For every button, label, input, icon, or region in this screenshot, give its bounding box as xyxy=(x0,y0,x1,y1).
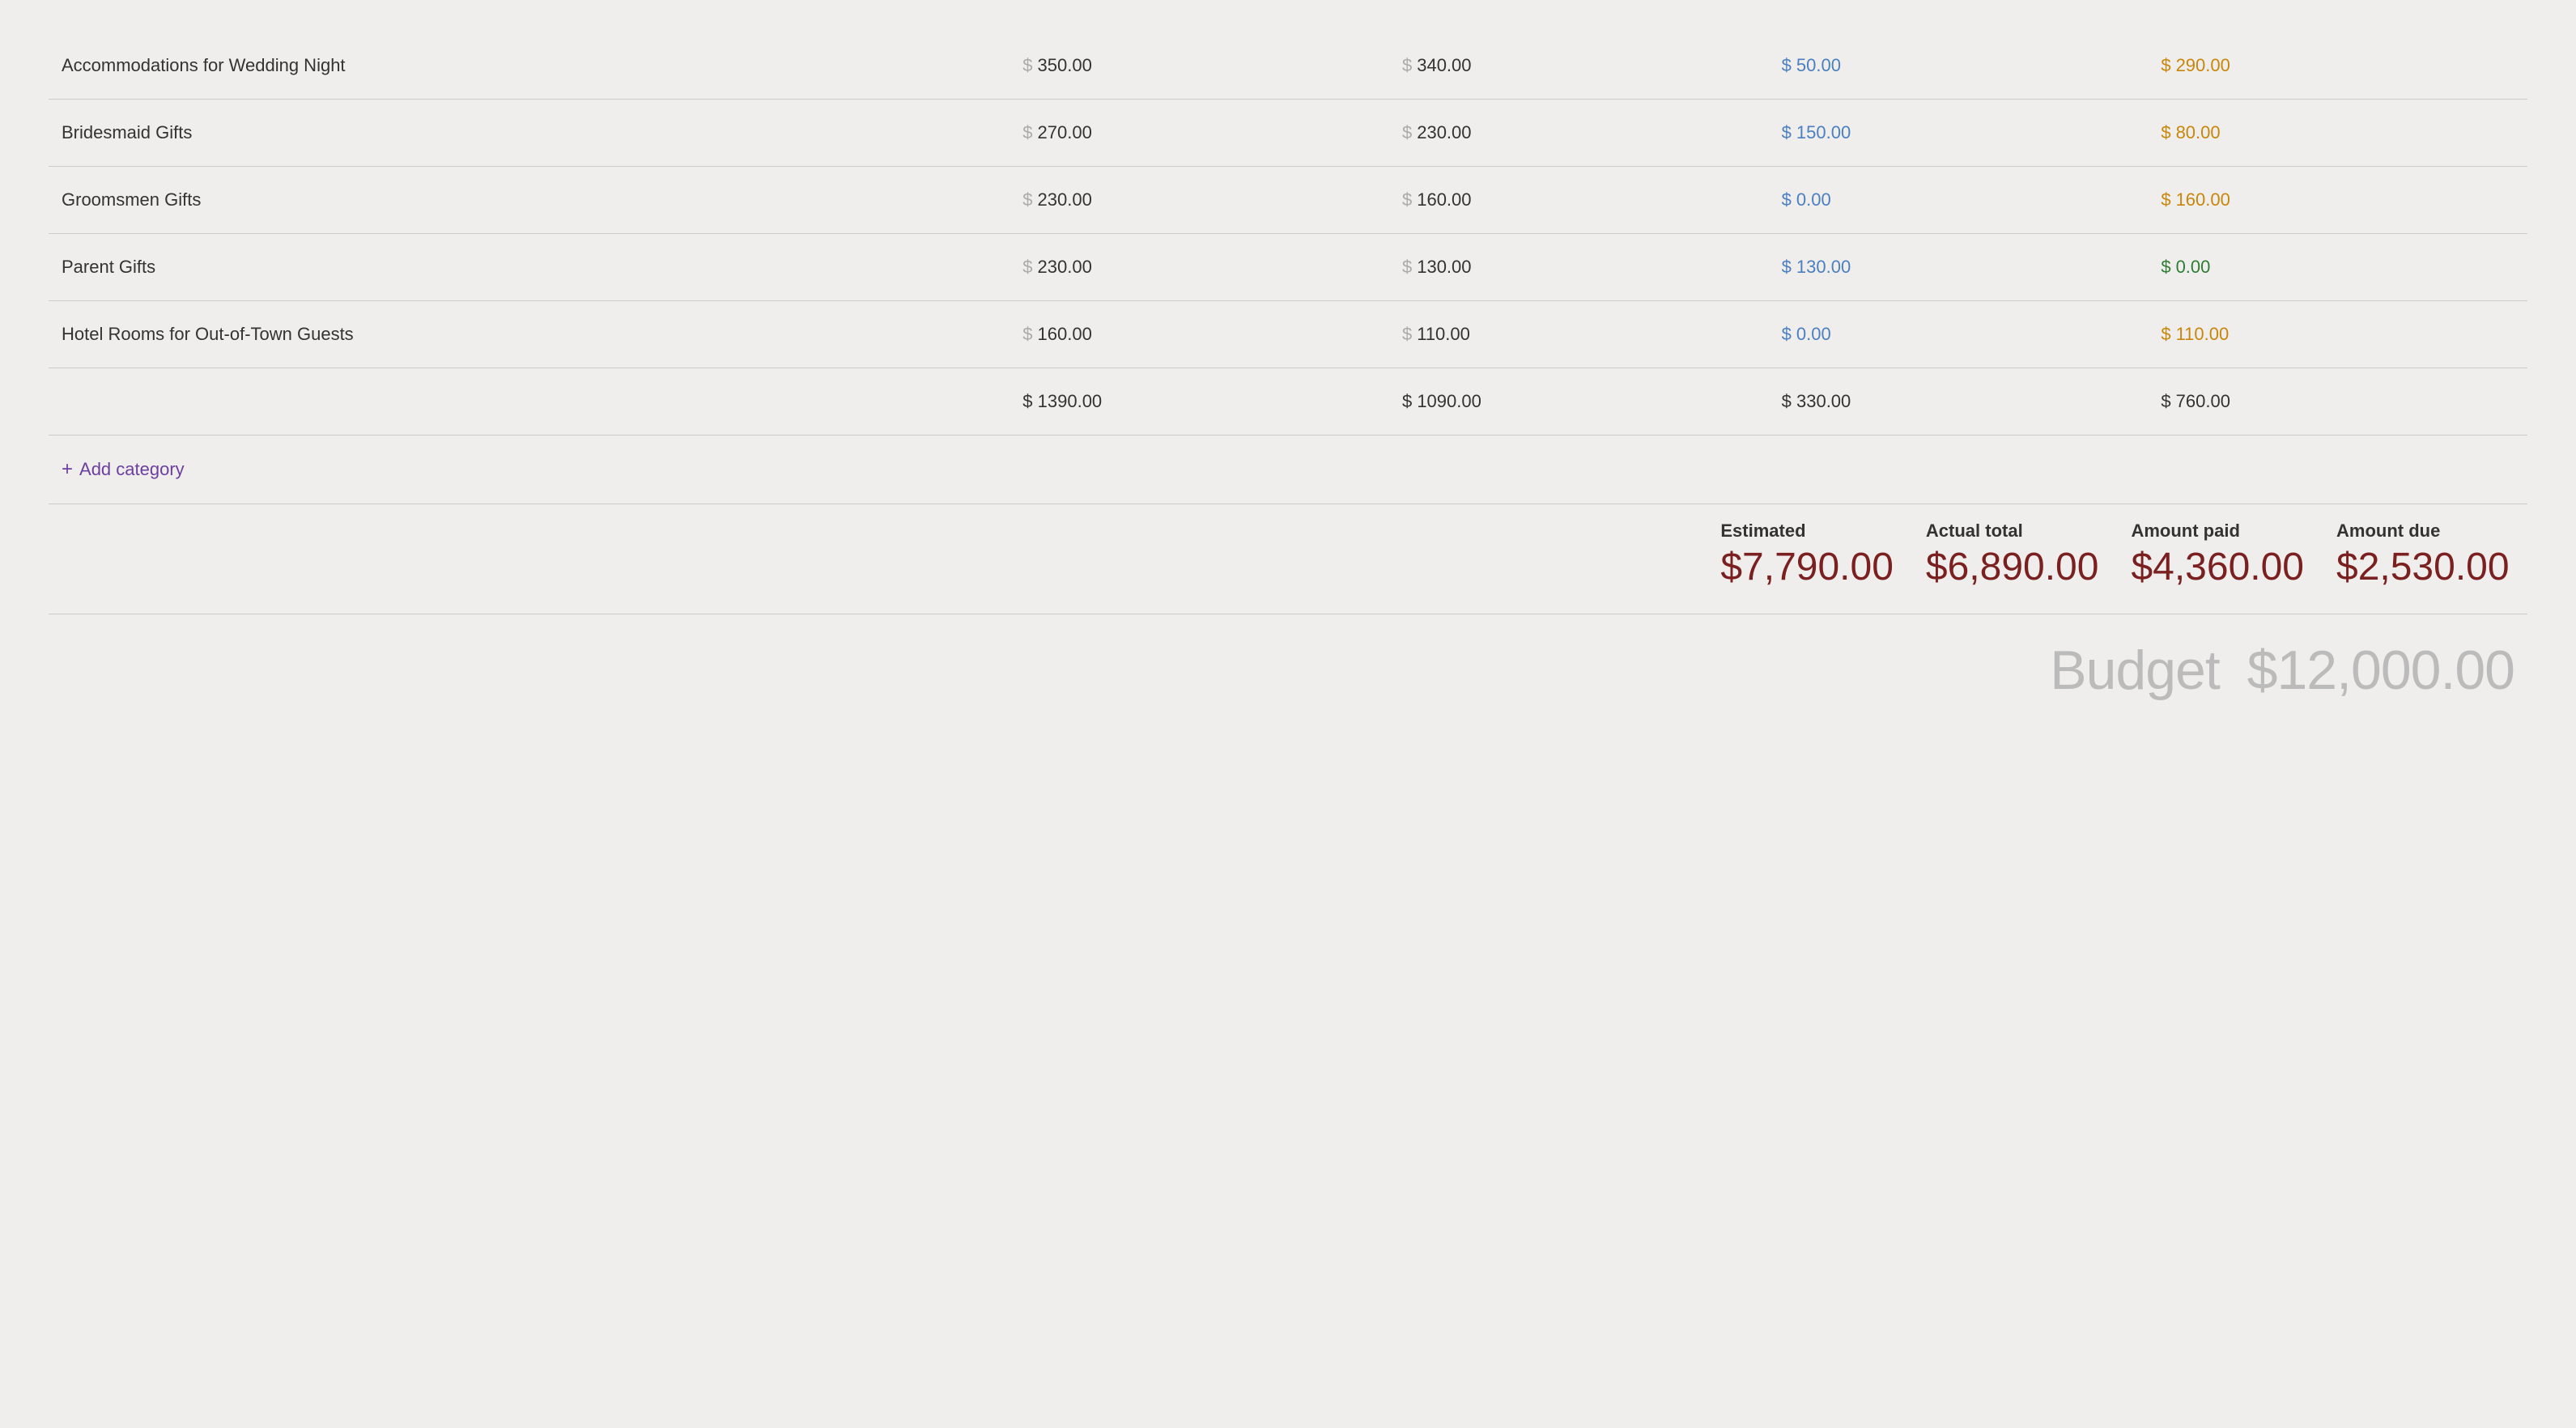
row-due: $ 160.00 xyxy=(2148,167,2527,234)
summary-estimated: Estimated $7,790.00 xyxy=(1720,521,1926,589)
budget-total-section: Budget $12,000.00 xyxy=(49,614,2527,702)
row-actual: $ 230.00 xyxy=(1389,100,1769,167)
table-row: Accommodations for Wedding Night $ 350.0… xyxy=(49,32,2527,100)
row-paid: $ 0.00 xyxy=(1769,301,2149,368)
row-name: Accommodations for Wedding Night xyxy=(49,32,1010,100)
row-actual: $ 340.00 xyxy=(1389,32,1769,100)
budget-table: Accommodations for Wedding Night $ 350.0… xyxy=(49,32,2527,504)
dollar-sign-icon: $ xyxy=(1402,55,1412,76)
budget-label: Budget xyxy=(2050,640,2220,701)
dollar-sign-icon: $ xyxy=(2161,324,2170,345)
dollar-sign-icon: $ xyxy=(2161,55,2170,76)
add-category-row: + Add category xyxy=(49,436,2527,504)
dollar-sign-icon: $ xyxy=(1022,189,1032,210)
dollar-sign-icon: $ xyxy=(1402,324,1412,345)
paid-value: $4,360.00 xyxy=(2131,546,2304,589)
estimated-value: $7,790.00 xyxy=(1720,546,1894,589)
table-row: Hotel Rooms for Out-of-Town Guests $ 160… xyxy=(49,301,2527,368)
subtotal-estimated: $ 1390.00 xyxy=(1010,368,1389,436)
dollar-sign-icon: $ xyxy=(2161,122,2170,143)
summary-actual: Actual total $6,890.00 xyxy=(1926,521,2132,589)
row-name: Hotel Rooms for Out-of-Town Guests xyxy=(49,301,1010,368)
row-paid: $ 0.00 xyxy=(1769,167,2149,234)
subtotal-paid: $ 330.00 xyxy=(1769,368,2149,436)
dollar-sign-icon: $ xyxy=(1402,189,1412,210)
subtotal-row: $ 1390.00 $ 1090.00 $ 330.00 $ 760.00 xyxy=(49,368,2527,436)
estimated-label: Estimated xyxy=(1720,521,1894,542)
dollar-sign-icon: $ xyxy=(1782,122,1792,143)
row-name: Parent Gifts xyxy=(49,234,1010,301)
row-paid: $ 130.00 xyxy=(1769,234,2149,301)
dollar-sign-icon: $ xyxy=(1402,257,1412,278)
summary-paid: Amount paid $4,360.00 xyxy=(2131,521,2336,589)
row-actual: $ 160.00 xyxy=(1389,167,1769,234)
row-due: $ 290.00 xyxy=(2148,32,2527,100)
paid-label: Amount paid xyxy=(2131,521,2304,542)
row-name: Groomsmen Gifts xyxy=(49,167,1010,234)
subtotal-actual: $ 1090.00 xyxy=(1389,368,1769,436)
row-actual: $ 110.00 xyxy=(1389,301,1769,368)
due-label: Amount due xyxy=(2336,521,2514,542)
plus-icon: + xyxy=(62,458,73,481)
table-row: Bridesmaid Gifts $ 270.00 $ 230.00 $ 150… xyxy=(49,100,2527,167)
row-estimated: $ 350.00 xyxy=(1010,32,1389,100)
subtotal-empty xyxy=(49,368,1010,436)
table-row: Groomsmen Gifts $ 230.00 $ 160.00 $ 0.00 xyxy=(49,167,2527,234)
dollar-sign-icon: $ xyxy=(1022,324,1032,345)
dollar-sign-icon: $ xyxy=(1022,122,1032,143)
add-category-label: Add category xyxy=(79,459,185,480)
dollar-sign-icon: $ xyxy=(2161,257,2170,278)
dollar-sign-icon: $ xyxy=(1782,257,1792,278)
row-estimated: $ 230.00 xyxy=(1010,234,1389,301)
row-estimated: $ 230.00 xyxy=(1010,167,1389,234)
row-paid: $ 150.00 xyxy=(1769,100,2149,167)
subtotal-due: $ 760.00 xyxy=(2148,368,2527,436)
add-category-cell: + Add category xyxy=(49,436,2527,504)
dollar-sign-icon: $ xyxy=(1022,55,1032,76)
dollar-sign-icon: $ xyxy=(2161,189,2170,210)
summary-due: Amount due $2,530.00 xyxy=(2336,521,2514,589)
summary-section: Estimated $7,790.00 Actual total $6,890.… xyxy=(49,521,2527,589)
row-due: $ 0.00 xyxy=(2148,234,2527,301)
dollar-sign-icon: $ xyxy=(1782,55,1792,76)
actual-value: $6,890.00 xyxy=(1926,546,2099,589)
add-category-button[interactable]: + Add category xyxy=(62,458,185,481)
dollar-sign-icon: $ xyxy=(1402,122,1412,143)
row-estimated: $ 270.00 xyxy=(1010,100,1389,167)
dollar-sign-icon: $ xyxy=(1782,324,1792,345)
row-actual: $ 130.00 xyxy=(1389,234,1769,301)
budget-value: $12,000.00 xyxy=(2247,640,2514,701)
row-due: $ 80.00 xyxy=(2148,100,2527,167)
row-paid: $ 50.00 xyxy=(1769,32,2149,100)
actual-label: Actual total xyxy=(1926,521,2099,542)
row-due: $ 110.00 xyxy=(2148,301,2527,368)
due-value: $2,530.00 xyxy=(2336,546,2514,589)
row-estimated: $ 160.00 xyxy=(1010,301,1389,368)
table-row: Parent Gifts $ 230.00 $ 130.00 $ 130.00 xyxy=(49,234,2527,301)
budget-total: Budget $12,000.00 xyxy=(2050,639,2514,702)
dollar-sign-icon: $ xyxy=(1022,257,1032,278)
row-name: Bridesmaid Gifts xyxy=(49,100,1010,167)
dollar-sign-icon: $ xyxy=(1782,189,1792,210)
